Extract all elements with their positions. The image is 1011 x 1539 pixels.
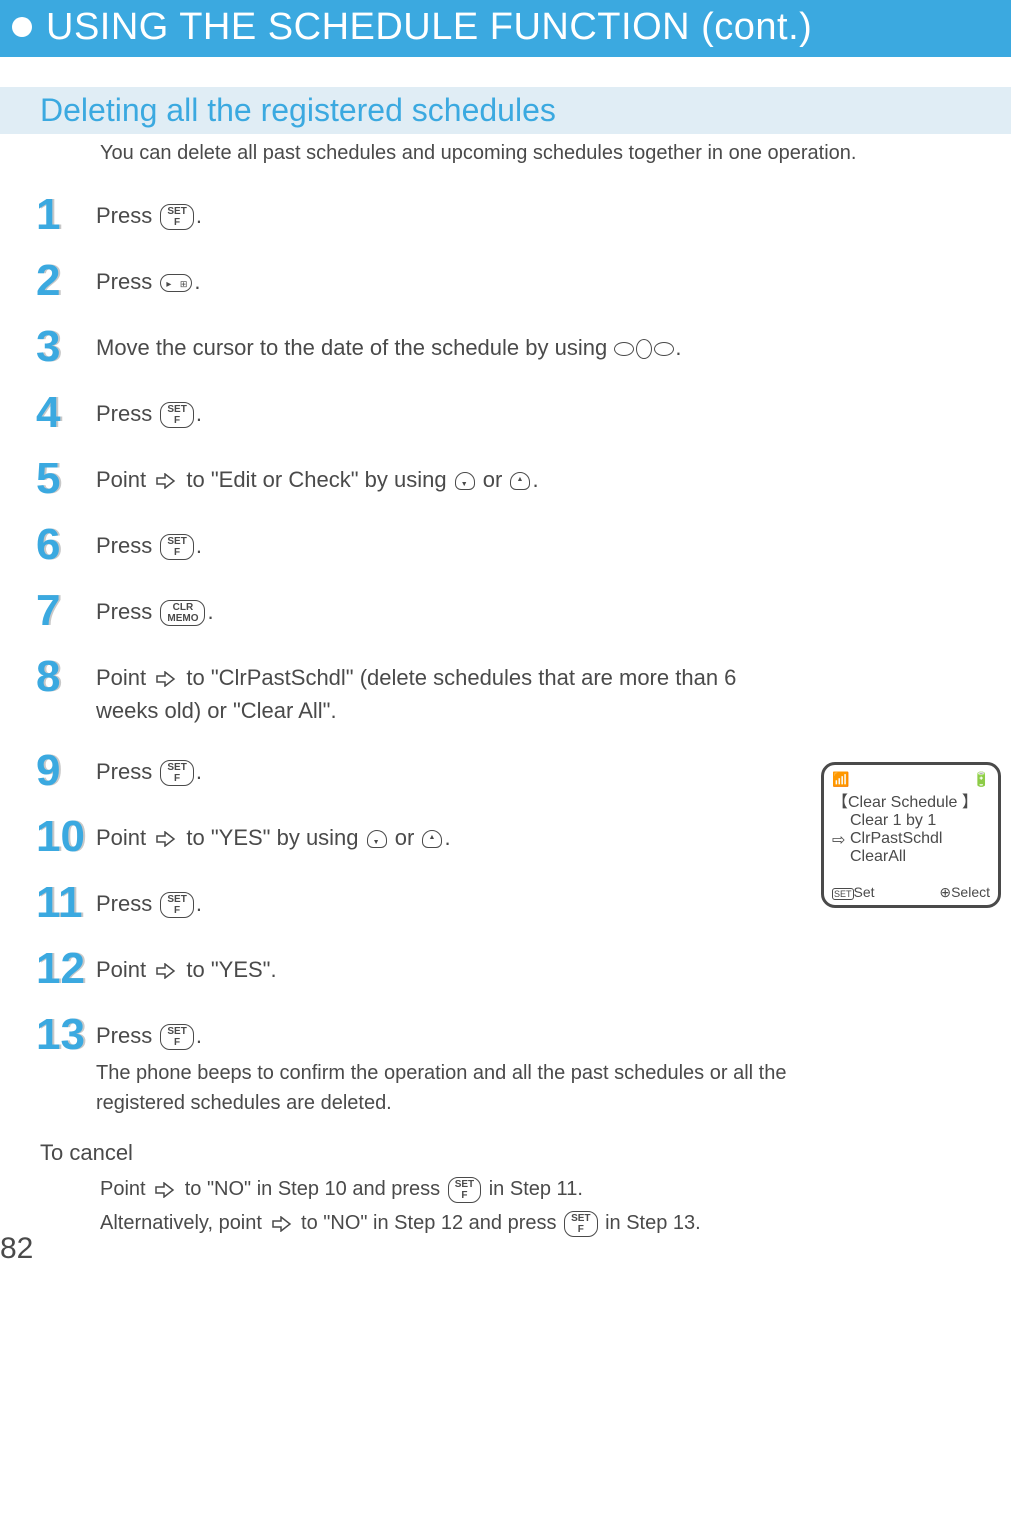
section-title-bar: Deleting all the registered schedules xyxy=(0,87,1011,134)
step-5: 5 Point to "Edit or Check" by using or . xyxy=(36,457,1011,501)
cancel-title: To cancel xyxy=(40,1140,1011,1166)
step-text: Press SETF. xyxy=(96,749,202,788)
lcd-status-icons: 📶🔋 xyxy=(832,771,990,788)
left-button-icon xyxy=(614,342,634,356)
step-number: 2 xyxy=(36,259,96,303)
step-2: 2 Press . xyxy=(36,259,1011,303)
set-button-icon: SETF xyxy=(564,1211,597,1237)
header-title: USING THE SCHEDULE FUNCTION (cont.) xyxy=(46,6,812,48)
lcd-softkeys: SETSet ⊕Select xyxy=(832,884,990,901)
battery-icon: 🔋 xyxy=(973,771,990,788)
clr-memo-button-icon: CLRMEMO xyxy=(160,600,205,626)
up-button-icon xyxy=(510,472,530,490)
set-button-icon: SETF xyxy=(160,892,193,918)
cancel-section: To cancel Point to "NO" in Step 10 and p… xyxy=(40,1140,1011,1240)
lcd-item-1: Clear 1 by 1 xyxy=(832,812,990,830)
lcd-item-2-selected: ClrPastSchdl xyxy=(832,830,990,848)
step-4: 4 Press SETF. xyxy=(36,391,1011,435)
cancel-body: Point to "NO" in Step 10 and press SETF … xyxy=(100,1172,1011,1240)
step-text: Move the cursor to the date of the sched… xyxy=(96,325,681,364)
signal-icon: 📶 xyxy=(832,771,849,788)
step-subtext: The phone beeps to confirm the operation… xyxy=(96,1058,816,1118)
step-number: 3 xyxy=(36,325,96,369)
step-number: 6 xyxy=(36,523,96,567)
step-text: Press SETF. The phone beeps to confirm t… xyxy=(96,1013,816,1118)
updown-button-icon xyxy=(636,339,652,359)
lcd-softkey-left: SETSet xyxy=(832,884,875,901)
arrow-right-icon xyxy=(155,1182,175,1198)
step-number: 11 xyxy=(36,881,96,925)
arrow-right-icon xyxy=(156,473,176,489)
header-dot-icon xyxy=(12,17,32,37)
step-text: Point to "Edit or Check" by using or . xyxy=(96,457,539,496)
step-1: 1 Press SETF. xyxy=(36,193,1011,237)
lcd-screen-mock: 📶🔋 【Clear Schedule 】 Clear 1 by 1 ClrPas… xyxy=(821,762,1001,908)
step-text: Point to "YES". xyxy=(96,947,277,986)
page-number: 82 xyxy=(0,1232,33,1266)
step-text: Press SETF. xyxy=(96,523,202,562)
step-8: 8 Point to "ClrPastSchdl" (delete schedu… xyxy=(36,655,1011,727)
arrow-right-icon xyxy=(156,671,176,687)
step-number: 4 xyxy=(36,391,96,435)
step-number: 10 xyxy=(36,815,96,859)
step-text: Point to "ClrPastSchdl" (delete schedule… xyxy=(96,655,766,727)
step-number: 13 xyxy=(36,1013,96,1057)
up-button-icon xyxy=(422,830,442,848)
down-button-icon xyxy=(367,830,387,848)
step-7: 7 Press CLRMEMO. xyxy=(36,589,1011,633)
set-button-icon: SETF xyxy=(160,760,193,786)
lcd-title: 【Clear Schedule 】 xyxy=(832,788,990,812)
step-number: 7 xyxy=(36,589,96,633)
calendar-button-icon xyxy=(160,274,192,292)
step-text: Press . xyxy=(96,259,200,298)
set-button-icon: SETF xyxy=(160,1024,193,1050)
set-button-icon: SETF xyxy=(160,534,193,560)
set-button-icon: SETF xyxy=(448,1177,481,1203)
page-header: USING THE SCHEDULE FUNCTION (cont.) xyxy=(0,0,1011,57)
arrow-right-icon xyxy=(272,1216,292,1232)
step-text: Press SETF. xyxy=(96,881,202,920)
steps-list: 1 Press SETF. 2 Press . 3 Move the curso… xyxy=(36,193,1011,1118)
set-button-icon: SETF xyxy=(160,204,193,230)
step-13: 13 Press SETF. The phone beeps to confir… xyxy=(36,1013,1011,1118)
step-text: Press SETF. xyxy=(96,391,202,430)
lcd-softkey-right: ⊕Select xyxy=(939,884,990,901)
lcd-item-3: ClearAll xyxy=(832,848,990,866)
step-12: 12 Point to "YES". xyxy=(36,947,1011,991)
arrow-right-icon xyxy=(156,831,176,847)
right-button-icon xyxy=(654,342,674,356)
step-number: 1 xyxy=(36,193,96,237)
down-button-icon xyxy=(455,472,475,490)
step-number: 9 xyxy=(36,749,96,793)
arrow-right-icon xyxy=(156,963,176,979)
step-number: 12 xyxy=(36,947,96,991)
step-number: 5 xyxy=(36,457,96,501)
section-intro: You can delete all past schedules and up… xyxy=(100,142,1011,165)
step-3: 3 Move the cursor to the date of the sch… xyxy=(36,325,1011,369)
set-button-icon: SETF xyxy=(160,402,193,428)
step-6: 6 Press SETF. xyxy=(36,523,1011,567)
step-text: Press CLRMEMO. xyxy=(96,589,214,628)
step-text: Point to "YES" by using or . xyxy=(96,815,451,854)
step-text: Press SETF. xyxy=(96,193,202,232)
section-title: Deleting all the registered schedules xyxy=(40,92,1011,129)
step-number: 8 xyxy=(36,655,96,699)
